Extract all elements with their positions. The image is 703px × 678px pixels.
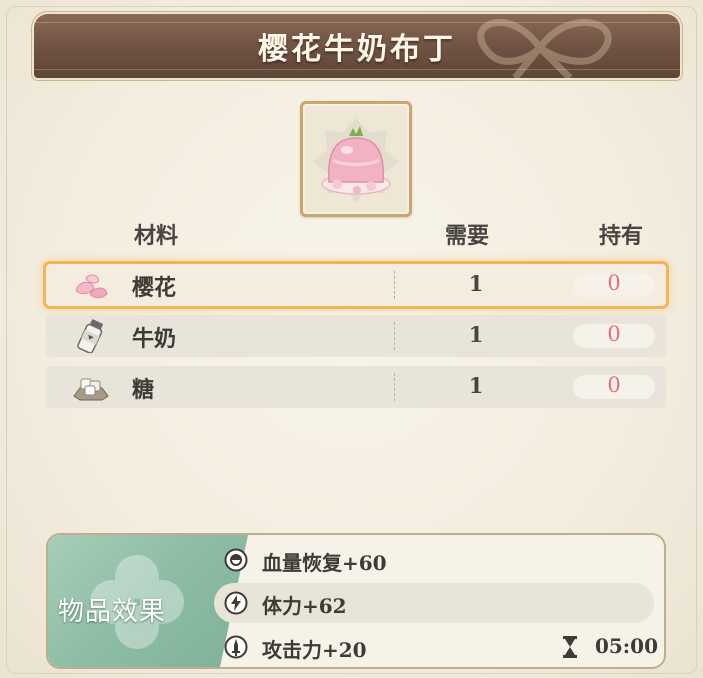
material-have-count: 0 <box>607 271 621 295</box>
hourglass-icon <box>563 636 577 658</box>
cherry-blossom-pudding-icon <box>313 118 399 204</box>
effect-duration: 05:00 <box>594 634 658 658</box>
material-name: 樱花 <box>132 275 177 301</box>
sakura-petals-icon <box>75 274 108 299</box>
effect-text: 攻击力+20 <box>262 638 367 662</box>
material-need-count: 1 <box>468 322 484 347</box>
title-banner: 樱花牛奶布丁 <box>34 14 680 78</box>
row-divider <box>394 373 395 401</box>
effect-text: 体力+62 <box>262 594 347 618</box>
lightning-icon <box>224 591 248 615</box>
material-row-sakura[interactable]: 樱花 1 0 <box>46 264 666 306</box>
recipe-title: 樱花牛奶布丁 <box>258 32 456 67</box>
material-row-sugar[interactable]: 糖 1 0 <box>46 366 666 408</box>
milk-bottle-icon <box>77 319 103 353</box>
material-name: 糖 <box>132 377 155 403</box>
column-header-need: 需要 <box>445 223 490 249</box>
sugar-cubes-icon <box>73 378 109 401</box>
material-need-count: 1 <box>468 373 484 398</box>
effect-row-attack: 攻击力+20 05:00 <box>214 627 658 667</box>
attack-icon <box>224 635 248 659</box>
material-have-count: 0 <box>607 373 621 397</box>
item-effects-panel: 物品效果 血量恢复+60 体力+62 攻击力+20 05:00 <box>46 533 666 669</box>
health-icon <box>224 548 248 572</box>
row-divider <box>394 271 395 299</box>
effect-text: 血量恢复+60 <box>262 551 387 575</box>
effect-row-stamina: 体力+62 <box>214 583 654 623</box>
material-have-count: 0 <box>607 322 621 346</box>
row-divider <box>394 322 395 350</box>
column-header-material: 材料 <box>134 223 179 249</box>
material-row-milk[interactable]: 牛奶 1 0 <box>46 315 666 357</box>
effect-row-health: 血量恢复+60 <box>214 540 654 580</box>
column-header-have: 持有 <box>599 223 644 249</box>
material-need-count: 1 <box>468 271 484 296</box>
item-icon-frame <box>300 101 412 217</box>
effects-label: 物品效果 <box>58 597 167 627</box>
material-name: 牛奶 <box>132 326 177 352</box>
